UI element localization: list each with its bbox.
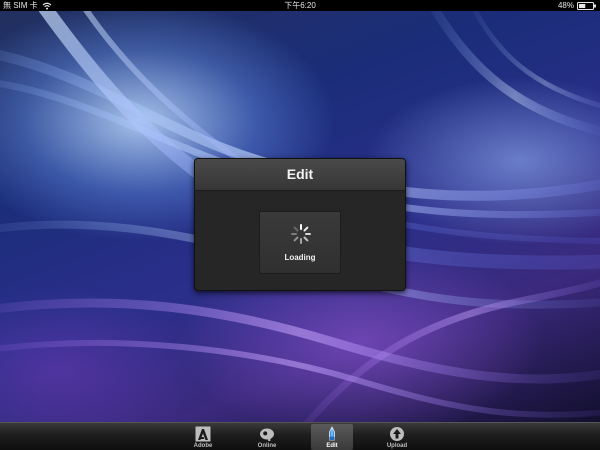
tab-label-adobe: Adobe (193, 443, 213, 449)
tab-upload[interactable]: Upload (375, 424, 419, 450)
tab-label-online: Online (257, 443, 277, 449)
battery-percent: 48% (557, 1, 574, 10)
tab-online[interactable]: Online (245, 424, 289, 450)
tab-label-edit: Edit (326, 443, 338, 449)
spinner-icon (291, 224, 311, 244)
loading-label: Loading (284, 253, 316, 262)
tab-adobe[interactable]: Adobe (181, 424, 225, 450)
tab-label-upload: Upload (386, 443, 408, 449)
battery-icon (577, 1, 597, 10)
online-icon (260, 428, 274, 441)
status-time: 下午6:20 (284, 1, 316, 10)
status-right: 48% (558, 0, 597, 11)
adobe-logo-icon (195, 426, 211, 442)
status-bar: 無 SIM 卡 下午6:20 48% (0, 0, 600, 11)
edit-pen-icon (329, 426, 335, 441)
edit-modal: Edit Loading (194, 158, 406, 291)
upload-icon (390, 427, 404, 441)
tab-bar: Adobe Online Edit Upload (0, 422, 600, 450)
loading-indicator: Loading (259, 211, 341, 274)
modal-title: Edit (195, 159, 405, 191)
tab-edit[interactable]: Edit (311, 424, 353, 450)
